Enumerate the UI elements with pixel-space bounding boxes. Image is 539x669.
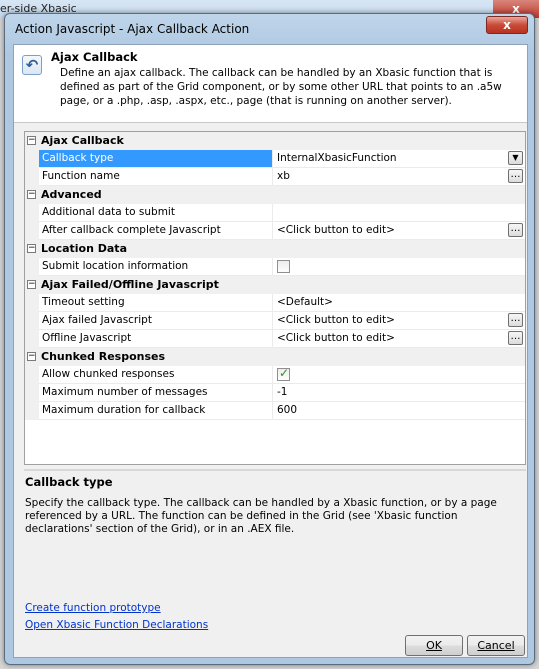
property-value[interactable]: <Click button to edit>	[274, 312, 506, 329]
property-value[interactable]: <Click button to edit>	[274, 222, 506, 239]
collapse-icon[interactable]: −	[27, 136, 36, 145]
collapse-icon[interactable]: −	[27, 190, 36, 199]
row-gutter	[25, 294, 39, 312]
property-value[interactable]	[274, 366, 506, 383]
property-name[interactable]: Maximum duration for callback	[39, 402, 273, 419]
cancel-button[interactable]: Cancel	[467, 635, 525, 656]
ellipsis-button[interactable]: …	[508, 223, 523, 237]
close-icon: x	[503, 18, 511, 32]
ok-button[interactable]: OK	[405, 635, 463, 656]
category-location-data[interactable]: − Location Data	[25, 240, 525, 258]
property-row-after-callback-complete-javascript[interactable]: After callback complete Javascript <Click…	[25, 222, 525, 240]
category-label: Ajax Callback	[41, 134, 124, 147]
dialog-titlebar[interactable]: Action Javascript - Ajax Callback Action…	[5, 14, 534, 44]
property-row-maximum-number-of-messages[interactable]: Maximum number of messages -1	[25, 384, 525, 402]
property-name[interactable]: Allow chunked responses	[39, 366, 273, 383]
category-label: Chunked Responses	[41, 350, 166, 363]
property-value[interactable]: InternalXbasicFunction	[274, 150, 506, 167]
property-value[interactable]: <Default>	[274, 294, 506, 311]
property-row-additional-data-to-submit[interactable]: Additional data to submit	[25, 204, 525, 222]
collapse-icon[interactable]: −	[27, 280, 36, 289]
header-description: Define an ajax callback. The callback ca…	[60, 67, 502, 107]
property-name[interactable]: Function name	[39, 168, 273, 185]
property-value[interactable]: <Click button to edit>	[274, 330, 506, 347]
dialog-close-button[interactable]: x	[486, 16, 528, 34]
row-gutter	[25, 204, 39, 222]
row-gutter	[25, 384, 39, 402]
row-gutter	[25, 168, 39, 186]
help-text: Specify the callback type. The callback …	[25, 497, 497, 535]
category-advanced[interactable]: − Advanced	[25, 186, 525, 204]
property-row-offline-javascript[interactable]: Offline Javascript <Click button to edit>…	[25, 330, 525, 348]
help-splitter[interactable]	[24, 469, 526, 471]
row-gutter	[25, 222, 39, 240]
ellipsis-button[interactable]: …	[508, 331, 523, 345]
row-gutter	[25, 312, 39, 330]
header-title: Ajax Callback	[51, 50, 138, 64]
property-row-allow-chunked-responses[interactable]: Allow chunked responses ✓	[25, 366, 525, 384]
collapse-icon[interactable]: −	[27, 352, 36, 361]
category-ajax-callback[interactable]: − Ajax Callback	[25, 132, 525, 150]
category-chunked-responses[interactable]: − Chunked Responses	[25, 348, 525, 366]
property-grid: − Ajax Callback Callback type InternalXbasi…	[24, 131, 526, 465]
property-name[interactable]: Offline Javascript	[39, 330, 273, 347]
property-name[interactable]: Maximum number of messages	[39, 384, 273, 401]
checkmark-icon: ✓	[279, 366, 290, 380]
row-gutter	[25, 150, 39, 168]
create-function-prototype-link[interactable]: Create function prototype	[25, 602, 161, 614]
property-name[interactable]: After callback complete Javascript	[39, 222, 273, 239]
property-value[interactable]: xb	[274, 168, 506, 185]
property-row-submit-location-information[interactable]: Submit location information	[25, 258, 525, 276]
open-xbasic-declarations-link[interactable]: Open Xbasic Function Declarations	[25, 619, 208, 631]
property-checkbox[interactable]: ✓	[277, 366, 290, 381]
property-name[interactable]: Additional data to submit	[39, 204, 273, 221]
property-row-function-name[interactable]: Function name xb…	[25, 168, 525, 186]
category-label: Ajax Failed/Offline Javascript	[41, 278, 219, 291]
row-gutter	[25, 366, 39, 384]
property-row-ajax-failed-javascript[interactable]: Ajax failed Javascript <Click button to e…	[25, 312, 525, 330]
row-gutter	[25, 402, 39, 420]
dialog-body: ↶ Ajax Callback Define an ajax callback.…	[13, 44, 528, 658]
action-header: ↶ Ajax Callback Define an ajax callback.…	[14, 45, 527, 123]
row-gutter	[25, 258, 39, 276]
dialog-window: Action Javascript - Ajax Callback Action…	[4, 13, 535, 665]
property-value[interactable]: -1	[274, 384, 506, 401]
ellipsis-button[interactable]: …	[508, 313, 523, 327]
ellipsis-button[interactable]: …	[508, 169, 523, 183]
dialog-title: Action Javascript - Ajax Callback Action	[15, 22, 250, 36]
property-name[interactable]: Submit location information	[39, 258, 273, 275]
property-row-callback-type[interactable]: Callback type InternalXbasicFunction ▼	[25, 150, 525, 168]
property-checkbox[interactable]	[277, 260, 290, 273]
property-value[interactable]	[274, 204, 506, 221]
property-row-maximum-duration-for-callback[interactable]: Maximum duration for callback 600	[25, 402, 525, 420]
property-name[interactable]: Ajax failed Javascript	[39, 312, 273, 329]
property-row-timeout-setting[interactable]: Timeout setting <Default>	[25, 294, 525, 312]
dropdown-arrow-icon[interactable]: ▼	[508, 151, 523, 165]
collapse-icon[interactable]: −	[27, 244, 36, 253]
property-name[interactable]: Timeout setting	[39, 294, 273, 311]
property-name[interactable]: Callback type	[39, 150, 273, 167]
ajax-callback-icon: ↶	[22, 55, 42, 75]
cancel-button-label: Cancel	[477, 639, 515, 652]
category-label: Location Data	[41, 242, 127, 255]
property-value[interactable]	[274, 258, 506, 275]
ok-button-label: OK	[426, 639, 442, 652]
category-label: Advanced	[41, 188, 102, 201]
row-gutter	[25, 330, 39, 348]
help-title: Callback type	[25, 475, 113, 489]
category-ajax-failed-offline-javascript[interactable]: − Ajax Failed/Offline Javascript	[25, 276, 525, 294]
property-value[interactable]: 600	[274, 402, 506, 419]
